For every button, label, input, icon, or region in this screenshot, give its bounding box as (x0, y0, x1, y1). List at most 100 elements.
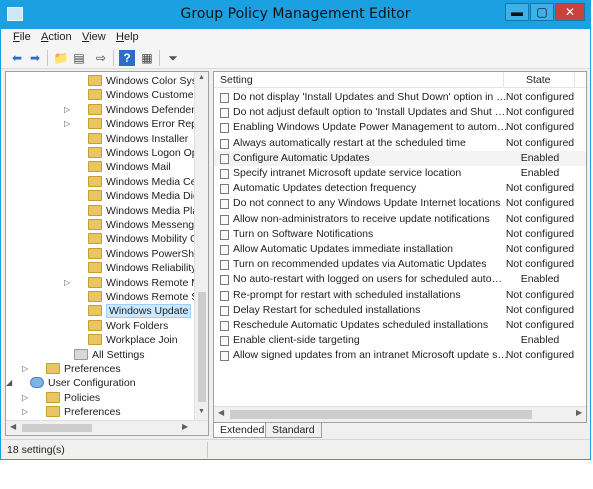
back-arrow-icon[interactable]: ⬅ (9, 50, 25, 66)
table-row[interactable]: Do not display 'Install Updates and Shut… (214, 90, 586, 105)
table-row[interactable]: Turn on Software Notifications Not config… (214, 227, 586, 242)
table-row[interactable]: Turn on recommended updates via Automati… (214, 257, 586, 272)
tree-item[interactable]: ◢ User Configuration (6, 376, 194, 390)
setting-state: Not configured (505, 106, 575, 119)
expand-arrow-icon[interactable]: ▷ (22, 362, 28, 376)
tree-item[interactable]: ▷Windows Remote Management (6, 276, 208, 290)
tree-item[interactable]: Windows Mobility Center (6, 232, 208, 246)
scroll-right-icon[interactable]: ▶ (576, 408, 582, 417)
minimize-button[interactable]: ▬ (505, 3, 529, 21)
folder-icon (88, 161, 102, 173)
folder-icon (46, 406, 60, 418)
table-row[interactable]: Delay Restart for scheduled installation… (214, 303, 586, 318)
settings-count: 18 setting(s) (7, 444, 65, 456)
menu-view[interactable]: View (82, 31, 106, 43)
table-row[interactable]: Configure Automatic Updates Enabled (214, 150, 586, 166)
setting-name: Specify intranet Microsoft update servic… (233, 167, 462, 179)
tree-vertical-scrollbar[interactable]: ▲ ▼ (194, 72, 208, 420)
show-hide-tree-icon[interactable]: ▤ (71, 50, 87, 66)
expand-arrow-icon[interactable]: ▷ (64, 117, 70, 131)
menu-action[interactable]: Action (41, 31, 72, 43)
scrollbar-thumb[interactable] (22, 424, 92, 432)
tree-item[interactable]: Windows Color System (6, 74, 208, 88)
tree-item[interactable]: All Settings (6, 348, 194, 362)
forward-arrow-icon[interactable]: ➡ (27, 50, 43, 66)
toolbar: ⬅ ➡ 📁 ▤ ⇨ ? ▦ ⏷ (1, 47, 590, 69)
tree-item[interactable]: Workplace Join (6, 333, 194, 347)
table-row[interactable]: Automatic Updates detection frequency Not… (214, 181, 586, 196)
tree-item[interactable]: Windows Mail (6, 160, 194, 174)
expand-arrow-icon[interactable]: ◢ (6, 376, 12, 390)
tree-item[interactable]: Windows Media Center (6, 175, 208, 189)
tree-item[interactable]: Work Folders (6, 319, 194, 333)
tree-item[interactable]: Windows Logon Options (6, 146, 208, 160)
table-row[interactable]: Do not adjust default option to 'Install… (214, 105, 586, 120)
table-row[interactable]: No auto-restart with logged on users for… (214, 272, 586, 287)
filter-icon[interactable]: ⏷ (165, 50, 181, 66)
tree-item[interactable]: Windows Installer (6, 132, 194, 146)
column-header-setting[interactable]: Setting (220, 74, 253, 86)
table-row[interactable]: Allow signed updates from an intranet Mi… (214, 348, 586, 363)
scrollbar-thumb[interactable] (230, 410, 532, 419)
menu-help[interactable]: Help (116, 31, 139, 43)
tree-item[interactable]: ▷ Preferences (6, 362, 194, 376)
table-row[interactable]: Do not connect to any Windows Update Int… (214, 196, 586, 211)
tree-item[interactable]: Windows PowerShell (6, 247, 205, 261)
tree-item[interactable]: Windows Media Digital (6, 189, 208, 203)
tree-item[interactable]: ▷ Policies (6, 391, 194, 405)
scroll-left-icon[interactable]: ◀ (218, 408, 224, 417)
settings-list[interactable]: Setting State Do not display 'Install Up… (213, 71, 587, 423)
table-row[interactable]: Reschedule Automatic Updates scheduled i… (214, 318, 586, 333)
tree-item[interactable]: Windows Reliability Analysis (6, 261, 208, 275)
table-row[interactable]: Enabling Windows Update Power Management… (214, 120, 586, 135)
scrollbar-thumb[interactable] (198, 292, 206, 402)
menu-file[interactable]: File (13, 31, 31, 43)
list-header: Setting State (214, 72, 586, 88)
tab-standard[interactable]: Standard (265, 423, 322, 438)
view-tabs: Extended Standard (213, 423, 587, 438)
column-header-state[interactable]: State (526, 74, 551, 86)
properties-icon[interactable]: ▦ (139, 50, 155, 66)
scroll-right-icon[interactable]: ▶ (182, 422, 188, 431)
setting-name: Always automatically restart at the sche… (233, 136, 466, 149)
setting-name: Reschedule Automatic Updates scheduled i… (233, 319, 489, 331)
table-row[interactable]: Allow non-administrators to receive upda… (214, 212, 586, 227)
tab-extended[interactable]: Extended (213, 423, 272, 438)
column-divider[interactable] (574, 72, 575, 88)
tree-item[interactable]: Windows Remote Shell (6, 290, 208, 304)
expand-arrow-icon[interactable]: ▷ (64, 276, 70, 290)
list-horizontal-scrollbar[interactable]: ◀ ▶ (214, 406, 586, 422)
menu-bar: File Action View Help (1, 29, 590, 47)
maximize-button[interactable]: ▢ (530, 3, 554, 21)
expand-arrow-icon[interactable]: ▷ (64, 103, 70, 117)
tree-item[interactable]: ▷ Preferences (6, 405, 194, 419)
tree-item[interactable]: Windows Update (6, 304, 194, 319)
policy-setting-icon (220, 290, 229, 301)
policy-setting-icon (220, 229, 229, 240)
tree-item[interactable]: ▷ Windows Defender (6, 103, 195, 117)
tree-item[interactable]: ▷Windows Error Reporting (6, 117, 208, 131)
column-divider[interactable] (503, 72, 504, 88)
export-list-icon[interactable]: ⇨ (93, 50, 109, 66)
scroll-left-icon[interactable]: ◀ (10, 422, 16, 431)
expand-arrow-icon[interactable]: ▷ (22, 391, 28, 405)
help-icon[interactable]: ? (119, 50, 135, 66)
tree-item[interactable]: Windows Media Player (6, 204, 208, 218)
table-row[interactable]: Allow Automatic Updates immediate instal… (214, 242, 586, 257)
table-row[interactable]: Enable client-side targeting Enabled (214, 333, 586, 348)
table-row[interactable]: Re-prompt for restart with scheduled ins… (214, 288, 586, 303)
table-row[interactable]: Specify intranet Microsoft update servic… (214, 166, 586, 181)
folder-icon (88, 319, 102, 331)
tree-item-label: Windows Messenger (106, 219, 204, 231)
scroll-up-icon[interactable]: ▲ (195, 74, 208, 81)
table-row[interactable]: Always automatically restart at the sche… (214, 136, 586, 151)
tree-horizontal-scrollbar[interactable]: ◀ ▶ (6, 420, 208, 435)
tree-item[interactable]: Windows Messenger (6, 218, 203, 232)
tree-item[interactable]: Windows Customer Experience (6, 88, 208, 102)
scroll-down-icon[interactable]: ▼ (195, 408, 208, 415)
expand-arrow-icon[interactable]: ▷ (22, 405, 28, 419)
console-tree[interactable]: Windows Color SystemWindows Customer Exp… (5, 71, 209, 436)
close-button[interactable]: ✕ (555, 3, 585, 21)
title-bar[interactable]: Group Policy Management Editor ▬ ▢ ✕ (1, 1, 590, 29)
up-folder-icon[interactable]: 📁 (53, 50, 69, 66)
